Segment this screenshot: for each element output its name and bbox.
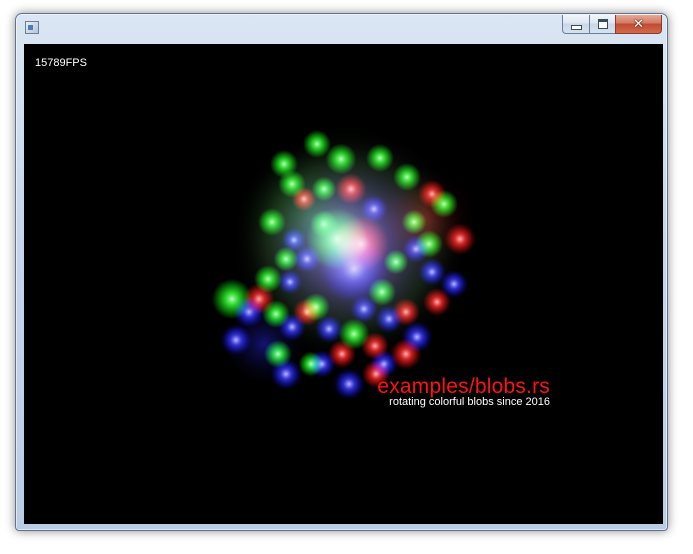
blob-red	[390, 338, 422, 370]
caption-buttons: ✕	[562, 15, 662, 35]
blob-red	[444, 223, 476, 255]
blob-green	[366, 144, 394, 172]
blob-green	[325, 143, 357, 175]
blob-green	[415, 230, 443, 258]
blob-blue	[350, 295, 378, 323]
blob-blue	[293, 245, 321, 273]
blobs-scene	[211, 126, 479, 400]
maximize-button[interactable]	[589, 15, 615, 34]
blob-blue	[440, 270, 468, 298]
blob-green	[258, 208, 286, 236]
blob-green	[430, 190, 458, 218]
app-window: ✕ 15789FPS examples/blobs.rs rotating co…	[15, 13, 668, 531]
app-window-icon[interactable]	[25, 21, 39, 34]
blob-green	[211, 278, 253, 320]
blob-green	[264, 340, 292, 368]
blob-blue	[333, 368, 365, 400]
blob-red	[335, 173, 367, 205]
render-canvas[interactable]: 15789FPS examples/blobs.rs rotating colo…	[24, 44, 663, 524]
blob-green	[401, 209, 427, 235]
close-button[interactable]: ✕	[615, 15, 662, 34]
blob-green	[393, 163, 421, 191]
minimize-button[interactable]	[562, 15, 589, 34]
blob-blue	[360, 195, 388, 223]
fps-counter: 15789FPS	[35, 57, 87, 69]
blob-blue	[277, 269, 303, 295]
minimize-icon	[570, 24, 582, 30]
title-bar[interactable]: ✕	[16, 14, 667, 44]
maximize-icon	[597, 19, 608, 29]
blob-green	[311, 176, 337, 202]
blob-green	[298, 351, 324, 377]
blob-green	[310, 210, 338, 238]
close-icon: ✕	[633, 16, 644, 32]
demo-subtitle: rotating colorful blobs since 2016	[389, 396, 550, 408]
blob-green	[383, 249, 409, 275]
blob-blue	[315, 315, 343, 343]
blob-blue	[220, 324, 252, 356]
